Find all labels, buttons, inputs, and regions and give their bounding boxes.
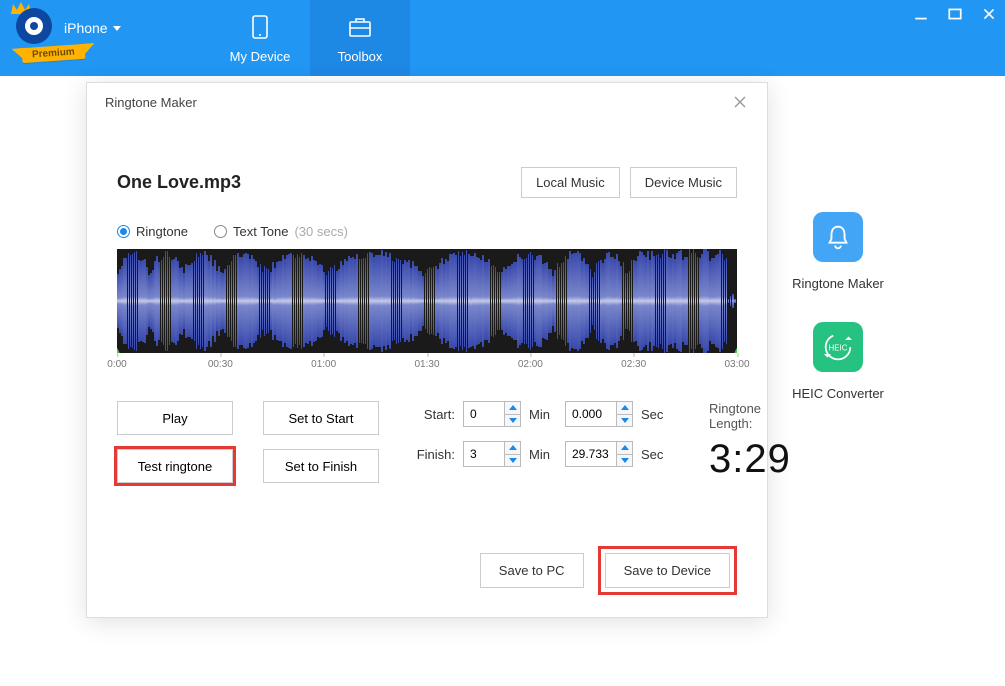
finish-sec-field[interactable]	[566, 442, 616, 466]
timeline-tick: 02:00	[518, 353, 543, 364]
stepper-down-icon[interactable]	[505, 455, 520, 467]
eye-icon	[16, 8, 52, 44]
bell-icon	[813, 212, 863, 262]
app-bar: Premium iPhone My Device Toolbox	[0, 0, 1005, 76]
window-controls	[913, 6, 997, 22]
stepper-up-icon[interactable]	[505, 442, 520, 455]
tool-heic-converter[interactable]: HEIC HEIC Converter	[778, 322, 898, 401]
premium-badge: Premium	[22, 44, 86, 63]
device-selector-label: iPhone	[64, 20, 108, 36]
maximize-button[interactable]	[947, 6, 963, 22]
tab-label: My Device	[230, 49, 291, 64]
min-unit: Min	[529, 407, 557, 422]
waveform[interactable]: 0:0000:3001:0001:3002:0002:3003:00	[117, 249, 737, 375]
finish-sec-input[interactable]	[565, 441, 633, 467]
tool-label: Ringtone Maker	[778, 276, 898, 291]
tab-label: Toolbox	[338, 49, 383, 64]
dialog-title: Ringtone Maker	[105, 95, 197, 110]
save-to-device-highlight: Save to Device	[598, 546, 737, 595]
app-logo: Premium	[16, 8, 52, 44]
radio-dot-icon	[117, 225, 130, 238]
test-ringtone-button[interactable]: Test ringtone	[117, 449, 233, 483]
start-sec-input[interactable]	[565, 401, 633, 427]
tab-toolbox[interactable]: Toolbox	[310, 0, 410, 76]
logo-area: Premium iPhone	[0, 0, 210, 76]
finish-min-input[interactable]	[463, 441, 521, 467]
sec-unit: Sec	[641, 447, 669, 462]
start-marker-icon[interactable]	[117, 346, 122, 353]
start-min-input[interactable]	[463, 401, 521, 427]
tablet-icon	[246, 13, 274, 41]
radio-text-tone[interactable]: Text Tone (30 secs)	[214, 224, 348, 239]
tab-my-device[interactable]: My Device	[210, 0, 310, 76]
timeline-tick: 0:00	[107, 353, 126, 364]
toolbox-icon	[346, 13, 374, 41]
timeline-tick: 03:00	[724, 353, 749, 364]
radio-label: Ringtone	[136, 224, 188, 239]
set-to-finish-button[interactable]: Set to Finish	[263, 449, 379, 483]
play-button[interactable]: Play	[117, 401, 233, 435]
stepper-down-icon[interactable]	[505, 415, 520, 427]
device-selector[interactable]: iPhone	[64, 20, 121, 36]
timeline-tick: 01:30	[414, 353, 439, 364]
close-icon[interactable]	[731, 93, 749, 111]
stepper-down-icon[interactable]	[617, 455, 632, 467]
file-name: One Love.mp3	[117, 172, 241, 193]
timeline-tick: 02:30	[621, 353, 646, 364]
stepper-up-icon[interactable]	[505, 402, 520, 415]
device-music-button[interactable]: Device Music	[630, 167, 737, 198]
ringtone-maker-dialog: Ringtone Maker One Love.mp3 Local Music …	[86, 82, 768, 618]
main-tabs: My Device Toolbox	[210, 0, 410, 76]
chevron-down-icon	[113, 26, 121, 31]
start-min-field[interactable]	[464, 402, 504, 426]
minimize-button[interactable]	[913, 6, 929, 22]
ringtone-length-value: 3:29	[709, 437, 791, 482]
radio-ringtone[interactable]: Ringtone	[117, 224, 188, 239]
timeline-tick: 00:30	[208, 353, 233, 364]
finish-label: Finish:	[409, 447, 455, 462]
start-sec-field[interactable]	[566, 402, 616, 426]
radio-label: Text Tone	[233, 224, 288, 239]
local-music-button[interactable]: Local Music	[521, 167, 620, 198]
dialog-header: Ringtone Maker	[87, 83, 767, 121]
finish-min-field[interactable]	[464, 442, 504, 466]
svg-text:HEIC: HEIC	[829, 344, 848, 353]
stepper-up-icon[interactable]	[617, 402, 632, 415]
radio-hint: (30 secs)	[294, 224, 347, 239]
start-label: Start:	[409, 407, 455, 422]
min-unit: Min	[529, 447, 557, 462]
radio-dot-icon	[214, 225, 227, 238]
stepper-down-icon[interactable]	[617, 415, 632, 427]
end-marker-icon[interactable]	[732, 346, 737, 353]
heic-icon: HEIC	[813, 322, 863, 372]
save-to-device-button[interactable]: Save to Device	[605, 553, 730, 588]
stepper-up-icon[interactable]	[617, 442, 632, 455]
timeline-tick: 01:00	[311, 353, 336, 364]
tool-ringtone-maker[interactable]: Ringtone Maker	[778, 212, 898, 291]
tool-label: HEIC Converter	[778, 386, 898, 401]
save-to-pc-button[interactable]: Save to PC	[480, 553, 584, 588]
sec-unit: Sec	[641, 407, 669, 422]
close-button[interactable]	[981, 6, 997, 22]
ringtone-length-label: Ringtone Length:	[709, 401, 791, 431]
timeline: 0:0000:3001:0001:3002:0002:3003:00	[117, 353, 737, 375]
waveform-bars	[117, 249, 737, 353]
set-to-start-button[interactable]: Set to Start	[263, 401, 379, 435]
